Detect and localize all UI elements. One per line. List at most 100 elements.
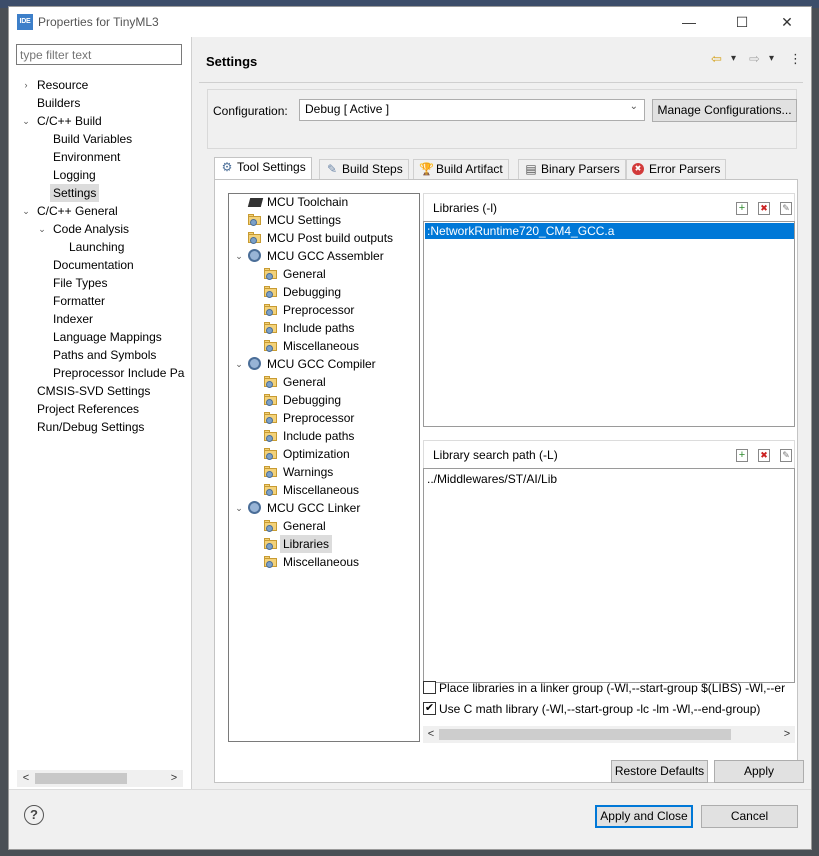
folder-gear-icon — [264, 394, 278, 406]
nav-horizontal-scrollbar[interactable]: < > — [17, 770, 183, 787]
chevron-down-icon[interactable]: ⌄ — [234, 247, 244, 265]
nav-item-builders[interactable]: Builders — [37, 94, 80, 112]
tool-tree-item[interactable]: MCU GCC Compiler — [267, 355, 376, 373]
nav-item-build-variables[interactable]: Build Variables — [53, 130, 132, 148]
libraries-list[interactable]: :NetworkRuntime720_CM4_GCC.a — [423, 221, 795, 427]
tool-tree-item[interactable]: Include paths — [283, 319, 354, 337]
tool-tree-item[interactable]: Miscellaneous — [283, 553, 359, 571]
close-button[interactable]: ✕ — [767, 11, 807, 33]
add-path-icon[interactable]: + — [736, 449, 748, 462]
tool-tree-item[interactable]: General — [283, 517, 326, 535]
tab-build-steps[interactable]: ✎ Build Steps — [319, 159, 409, 180]
tool-tree-item[interactable]: Preprocessor — [283, 409, 354, 427]
linker-group-option[interactable]: Place libraries in a linker group (-Wl,-… — [423, 679, 795, 697]
nav-item-file-types[interactable]: File Types — [53, 274, 107, 292]
math-library-option[interactable]: ✔ Use C math library (-Wl,--start-group … — [423, 700, 795, 718]
tool-tree-item[interactable]: General — [283, 265, 326, 283]
chevron-down-icon[interactable]: ⌄ — [21, 112, 31, 130]
scroll-right-arrow-icon[interactable]: > — [780, 726, 794, 743]
maximize-button[interactable]: ☐ — [722, 11, 762, 33]
options-horizontal-scrollbar[interactable]: < > — [423, 726, 795, 743]
math-library-label: Use C math library (-Wl,--start-group -l… — [439, 702, 761, 716]
cancel-button[interactable]: Cancel — [701, 805, 798, 828]
back-menu-chevron-icon[interactable]: ▾ — [731, 53, 736, 64]
delete-library-icon[interactable]: ✖ — [758, 202, 770, 215]
tool-tree-item[interactable]: Miscellaneous — [283, 481, 359, 499]
scroll-thumb[interactable] — [35, 773, 127, 784]
edit-library-icon[interactable]: ✎ — [780, 202, 792, 215]
nav-item-code-analysis[interactable]: Code Analysis — [53, 220, 129, 238]
app-icon: IDE — [17, 14, 33, 30]
scroll-left-arrow-icon[interactable]: < — [19, 770, 33, 787]
nav-item-cmsis-svd-settings[interactable]: CMSIS-SVD Settings — [37, 382, 150, 400]
nav-item-language-mappings[interactable]: Language Mappings — [53, 328, 162, 346]
tool-tree-item[interactable]: Debugging — [283, 283, 341, 301]
delete-path-icon[interactable]: ✖ — [758, 449, 770, 462]
tool-tree-item[interactable]: MCU Post build outputs — [267, 229, 393, 247]
tab-build-artifact[interactable]: 🏆 Build Artifact — [413, 159, 509, 180]
nav-item-c-c-general[interactable]: C/C++ General — [37, 202, 118, 220]
tool-tree-item[interactable]: MCU GCC Linker — [267, 499, 360, 517]
scroll-thumb[interactable] — [439, 729, 731, 740]
tab-error-parsers[interactable]: ✖ Error Parsers — [626, 159, 727, 180]
nav-item-c-c-build[interactable]: C/C++ Build — [37, 112, 102, 130]
nav-item-project-references[interactable]: Project References — [37, 400, 139, 418]
tool-tree-item[interactable]: Optimization — [283, 445, 350, 463]
nav-item-settings[interactable]: Settings — [50, 184, 100, 202]
edit-path-icon[interactable]: ✎ — [780, 449, 792, 462]
tool-tree-item[interactable]: Include paths — [283, 427, 354, 445]
forward-menu-chevron-icon[interactable]: ▾ — [769, 53, 774, 64]
chevron-down-icon[interactable]: ⌄ — [21, 202, 31, 220]
scroll-right-arrow-icon[interactable]: > — [167, 770, 181, 787]
tab-binary-parsers[interactable]: ▤ Binary Parsers — [518, 159, 626, 180]
chevron-down-icon[interactable]: ⌄ — [37, 220, 47, 238]
chevron-right-icon[interactable]: › — [21, 76, 31, 94]
folder-gear-icon — [264, 340, 278, 352]
nav-item-preprocessor-include-pa[interactable]: Preprocessor Include Pa — [53, 364, 184, 382]
linker-group-checkbox[interactable] — [423, 681, 436, 694]
add-library-icon[interactable]: + — [736, 202, 748, 215]
apply-and-close-button[interactable]: Apply and Close — [595, 805, 693, 828]
list-item-selected[interactable]: :NetworkRuntime720_CM4_GCC.a — [425, 223, 794, 239]
nav-item-documentation[interactable]: Documentation — [53, 256, 134, 274]
nav-item-logging[interactable]: Logging — [53, 166, 96, 184]
folder-gear-icon — [264, 520, 278, 532]
list-item[interactable]: ../Middlewares/ST/AI/Lib — [427, 471, 557, 487]
minimize-button[interactable]: — — [669, 11, 709, 33]
nav-item-run-debug-settings[interactable]: Run/Debug Settings — [37, 418, 144, 436]
restore-defaults-button[interactable]: Restore Defaults — [611, 760, 708, 783]
more-options-icon[interactable]: ⋮ — [789, 51, 802, 67]
tool-tree-item[interactable]: Warnings — [283, 463, 333, 481]
nav-item-launching[interactable]: Launching — [69, 238, 124, 256]
folder-gear-icon — [264, 304, 278, 316]
forward-arrow-icon[interactable]: ⇨ — [749, 51, 760, 67]
chevron-down-icon[interactable]: ⌄ — [234, 499, 244, 517]
folder-gear-icon — [264, 322, 278, 334]
math-library-checkbox[interactable]: ✔ — [423, 702, 436, 715]
tool-tree-item[interactable]: Libraries — [280, 535, 333, 553]
tool-tree-item[interactable]: Preprocessor — [283, 301, 354, 319]
nav-item-resource[interactable]: Resource — [37, 76, 88, 94]
tool-tree-item[interactable]: Debugging — [283, 391, 341, 409]
configuration-select[interactable]: Debug [ Active ] ⌄ — [299, 99, 645, 121]
apply-button[interactable]: Apply — [714, 760, 804, 783]
tool-tree-item[interactable]: MCU Settings — [267, 211, 341, 229]
chevron-down-icon[interactable]: ⌄ — [234, 355, 244, 373]
back-arrow-icon[interactable]: ⇦ — [711, 51, 722, 67]
tab-tool-settings[interactable]: ⚙ Tool Settings — [214, 157, 312, 181]
tool-tree-item[interactable]: Miscellaneous — [283, 337, 359, 355]
tool-tree-item[interactable]: MCU Toolchain — [267, 193, 348, 211]
nav-item-environment[interactable]: Environment — [53, 148, 120, 166]
filter-input[interactable] — [16, 44, 182, 65]
scroll-left-arrow-icon[interactable]: < — [424, 726, 438, 743]
nav-item-indexer[interactable]: Indexer — [53, 310, 93, 328]
manage-configurations-button[interactable]: Manage Configurations... — [652, 99, 797, 122]
help-icon[interactable]: ? — [24, 805, 44, 825]
folder-gear-icon — [264, 538, 278, 550]
nav-item-formatter[interactable]: Formatter — [53, 292, 105, 310]
tool-tree-item[interactable]: General — [283, 373, 326, 391]
nav-item-paths-and-symbols[interactable]: Paths and Symbols — [53, 346, 156, 364]
tool-tree-item[interactable]: MCU GCC Assembler — [267, 247, 384, 265]
library-path-list[interactable]: ../Middlewares/ST/AI/Lib — [423, 468, 795, 683]
folder-gear-icon — [264, 268, 278, 280]
